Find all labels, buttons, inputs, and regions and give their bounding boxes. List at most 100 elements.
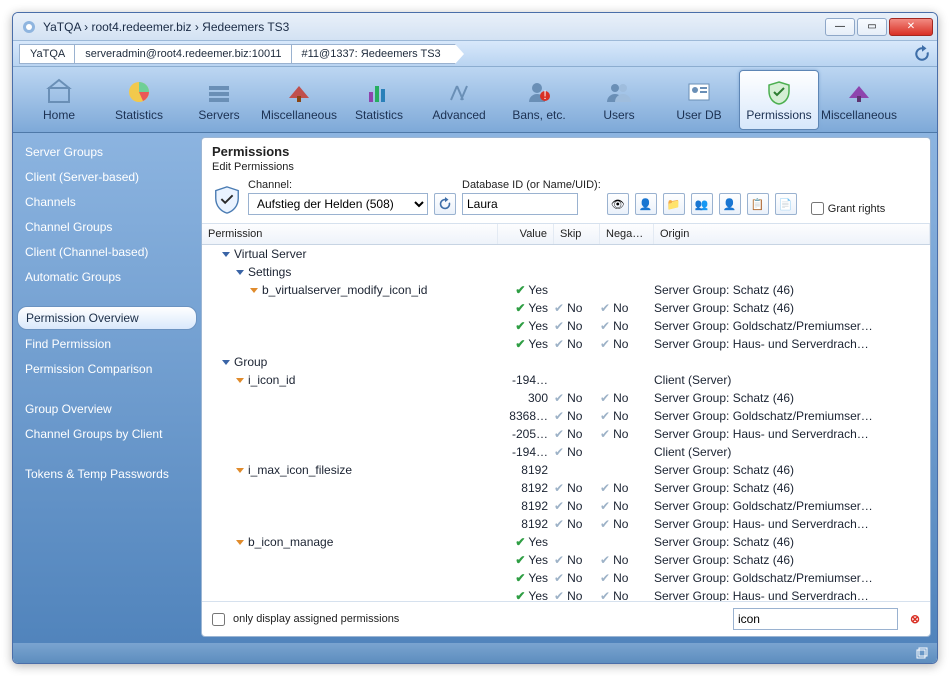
permission-row[interactable]: b_icon_manage✔YesServer Group: Schatz (4…	[202, 533, 930, 551]
controls-row: Channel: Aufstieg der Helden (508) Datab…	[202, 177, 930, 223]
tree-group[interactable]: Settings	[202, 263, 930, 281]
content-panel: Permissions Edit Permissions Channel: Au…	[201, 137, 931, 637]
tree-group[interactable]: Virtual Server	[202, 245, 930, 263]
sidebar-item-automatic-groups[interactable]: Automatic Groups	[17, 266, 197, 288]
maximize-button[interactable]: ▭	[857, 18, 887, 36]
sidebar-item-permission-comparison[interactable]: Permission Comparison	[17, 358, 197, 380]
sidebar: Server Groups Client (Server-based) Channe…	[13, 133, 201, 643]
toolbar-advanced[interactable]: Advanced	[419, 70, 499, 130]
window-title: YaTQA › root4.redeemer.biz › Яedeemers T…	[43, 20, 825, 34]
sidebar-item-server-groups[interactable]: Server Groups	[17, 141, 197, 163]
grant-rights-checkbox[interactable]	[811, 202, 824, 215]
permission-row[interactable]: 8192✔No✔NoServer Group: Schatz (46)	[202, 479, 930, 497]
check-off-icon: ✔	[600, 427, 610, 441]
expand-icon	[250, 288, 258, 293]
check-icon: ✔	[515, 553, 525, 567]
col-value[interactable]: Value	[498, 224, 554, 244]
check-off-icon: ✔	[554, 571, 564, 585]
user-icon[interactable]: 👤	[635, 193, 657, 215]
check-off-icon: ✔	[600, 391, 610, 405]
permission-row[interactable]: ✔Yes✔No✔NoServer Group: Schatz (46)	[202, 299, 930, 317]
permission-row[interactable]: ✔Yes✔No✔NoServer Group: Haus- und Server…	[202, 587, 930, 601]
check-icon: ✔	[515, 589, 525, 601]
toolbar-statistics[interactable]: Statistics	[339, 70, 419, 130]
only-assigned-checkbox[interactable]	[212, 613, 225, 626]
folder-icon[interactable]: 📁	[663, 193, 685, 215]
check-off-icon: ✔	[554, 553, 564, 567]
permission-row[interactable]: -205…✔No✔NoServer Group: Haus- und Serve…	[202, 425, 930, 443]
permission-row[interactable]: 8192✔No✔NoServer Group: Goldschatz/Premi…	[202, 497, 930, 515]
breadcrumb[interactable]: YaTQA	[19, 44, 80, 64]
breadcrumb[interactable]: #11@1337: Яedeemers TS3	[291, 44, 456, 64]
sidebar-item-find-permission[interactable]: Find Permission	[17, 333, 197, 355]
permission-row[interactable]: b_virtualserver_modify_icon_id✔YesServer…	[202, 281, 930, 299]
copy-icon[interactable]: 📄	[775, 193, 797, 215]
expand-icon	[236, 468, 244, 473]
toolbar-bans-etc-[interactable]: !Bans, etc.	[499, 70, 579, 130]
check-icon: ✔	[515, 283, 525, 297]
check-off-icon: ✔	[600, 319, 610, 333]
refresh-channel-button[interactable]	[434, 193, 456, 215]
permission-row[interactable]: 8368…✔No✔NoServer Group: Goldschatz/Prem…	[202, 407, 930, 425]
clear-filter-icon[interactable]: ⊗	[910, 612, 920, 626]
permission-row[interactable]: ✔Yes✔No✔NoServer Group: Schatz (46)	[202, 551, 930, 569]
panel-title: Permissions	[202, 138, 930, 161]
permission-row[interactable]: 8192✔No✔NoServer Group: Haus- und Server…	[202, 515, 930, 533]
permission-row[interactable]: ✔Yes✔No✔NoServer Group: Haus- und Server…	[202, 335, 930, 353]
breadcrumb[interactable]: serveradmin@root4.redeemer.biz:10011	[74, 44, 296, 64]
only-assigned-label: only display assigned permissions	[233, 613, 399, 625]
dbid-input[interactable]	[462, 193, 578, 215]
toolbar-permissions[interactable]: Permissions	[739, 70, 819, 130]
permission-row[interactable]: i_max_icon_filesize8192Server Group: Sch…	[202, 461, 930, 479]
toolbar-user-db[interactable]: User DB	[659, 70, 739, 130]
sidebar-item-channel-groups[interactable]: Channel Groups	[17, 216, 197, 238]
minimize-button[interactable]: —	[825, 18, 855, 36]
sidebar-item-group-overview[interactable]: Group Overview	[17, 398, 197, 420]
check-off-icon: ✔	[554, 517, 564, 531]
permission-row[interactable]: i_icon_id-194…Client (Server)	[202, 371, 930, 389]
toolbar-statistics[interactable]: Statistics	[99, 70, 179, 130]
titlebar: YaTQA › root4.redeemer.biz › Яedeemers T…	[13, 13, 937, 41]
permission-row[interactable]: ✔Yes✔No✔NoServer Group: Goldschatz/Premi…	[202, 317, 930, 335]
check-off-icon: ✔	[554, 409, 564, 423]
check-off-icon: ✔	[554, 589, 564, 601]
users-icon[interactable]: 👥	[691, 193, 713, 215]
sidebar-item-client-server-based-[interactable]: Client (Server-based)	[17, 166, 197, 188]
col-skip[interactable]: Skip	[554, 224, 600, 244]
check-off-icon: ✔	[554, 499, 564, 513]
toolbar-miscellaneous[interactable]: Miscellaneous	[259, 70, 339, 130]
sidebar-item-client-channel-based-[interactable]: Client (Channel-based)	[17, 241, 197, 263]
window-controls: — ▭ ✕	[825, 18, 933, 36]
permission-row[interactable]: ✔Yes✔No✔NoServer Group: Goldschatz/Premi…	[202, 569, 930, 587]
shield-icon	[212, 185, 242, 215]
close-button[interactable]: ✕	[889, 18, 933, 36]
expand-icon	[236, 540, 244, 545]
user-remove-icon[interactable]: 👤	[719, 193, 741, 215]
check-off-icon: ✔	[554, 301, 564, 315]
svg-text:!: !	[543, 88, 546, 102]
channel-select[interactable]: Aufstieg der Helden (508)	[248, 193, 428, 215]
sidebar-item-channels[interactable]: Channels	[17, 191, 197, 213]
permission-row[interactable]: 300✔No✔NoServer Group: Schatz (46)	[202, 389, 930, 407]
toolbar-miscellaneous[interactable]: Miscellaneous	[819, 70, 899, 130]
filter-input[interactable]	[733, 608, 898, 630]
statusbar	[13, 643, 937, 663]
permission-row[interactable]: -194…✔NoClient (Server)	[202, 443, 930, 461]
permissions-grid: Permission Value Skip Nega… Origin Virtu…	[202, 223, 930, 601]
restore-icon[interactable]	[915, 646, 929, 660]
check-off-icon: ✔	[600, 499, 610, 513]
sidebar-item-channel-groups-by-client[interactable]: Channel Groups by Client	[17, 423, 197, 445]
sidebar-item-tokens-temp-passwords[interactable]: Tokens & Temp Passwords	[17, 463, 197, 485]
sidebar-item-permission-overview[interactable]: Permission Overview	[17, 306, 197, 330]
app-icon	[21, 19, 37, 35]
list-icon[interactable]: 📋	[747, 193, 769, 215]
toolbar-home[interactable]: Home	[19, 70, 99, 130]
tree-group[interactable]: Group	[202, 353, 930, 371]
toolbar-servers[interactable]: Servers	[179, 70, 259, 130]
col-negate[interactable]: Nega…	[600, 224, 654, 244]
toolbar-users[interactable]: Users	[579, 70, 659, 130]
col-permission[interactable]: Permission	[202, 224, 498, 244]
refresh-icon[interactable]	[913, 45, 931, 63]
eye-icon[interactable]: 👁	[607, 193, 629, 215]
col-origin[interactable]: Origin	[654, 224, 930, 244]
